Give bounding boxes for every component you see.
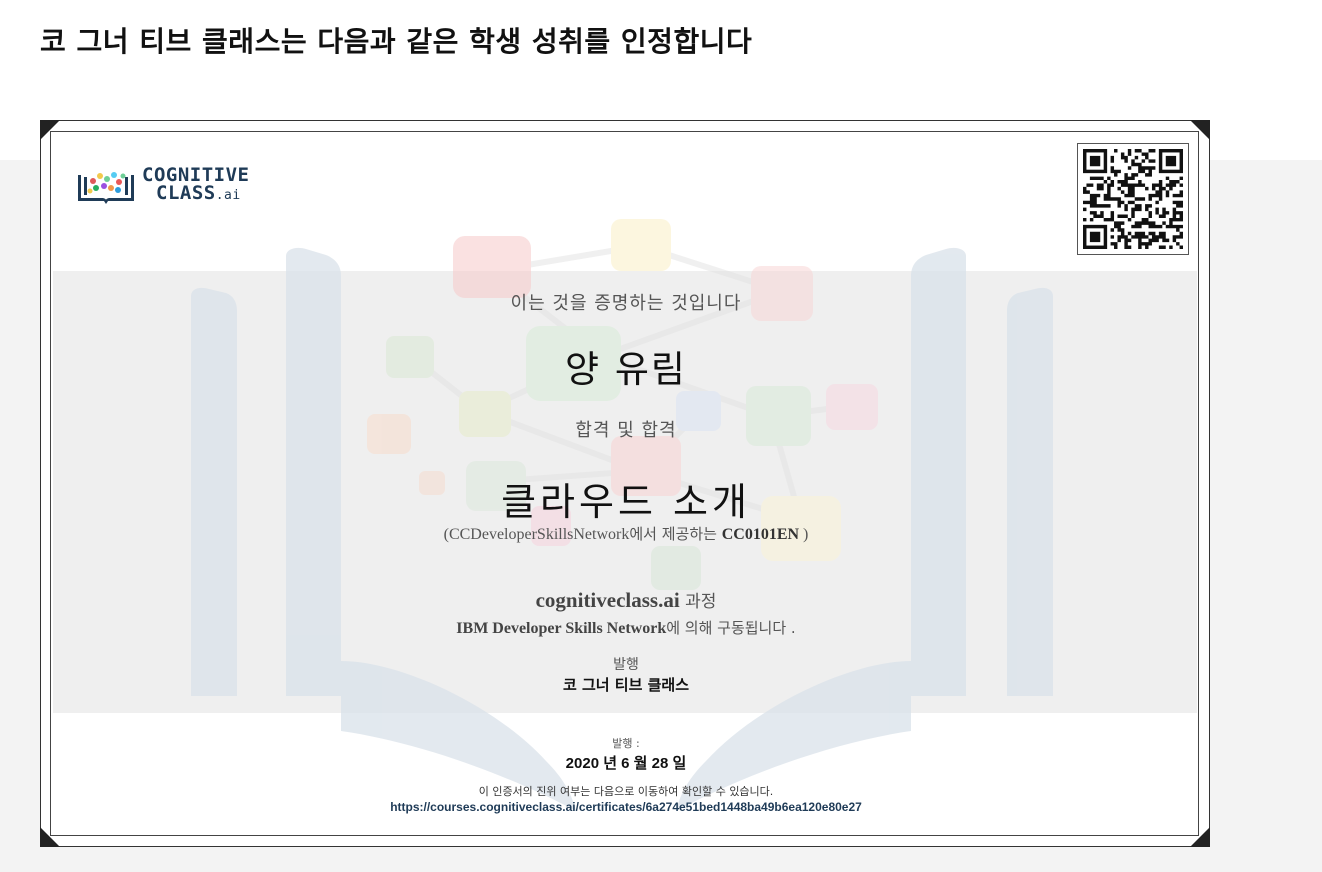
- via-site: cognitiveclass.ai 과정: [41, 587, 1211, 613]
- cognitive-class-logo: COGNITIVE CLASS.ai: [76, 166, 249, 205]
- powered-by-org: IBM Developer Skills Network: [456, 620, 667, 637]
- issuer-name: 코 그너 티브 클래스: [562, 676, 690, 694]
- logo-text-line2: CLASS.ai: [142, 184, 249, 205]
- certificate: COGNITIVE CLASS.ai 이는 것을 증명하는 것입니다 양 유림 …: [40, 120, 1210, 847]
- offered-by-middle: 에서 제공하는: [629, 525, 722, 543]
- qr-code-icon: [1083, 149, 1183, 249]
- course-code: CC0101EN: [721, 526, 800, 543]
- via-suffix: 과정: [679, 592, 717, 612]
- powered-by: IBM Developer Skills Network에 의해 구동됩니다 .: [41, 617, 1211, 638]
- powered-by-suffix: 에 의해 구동됩니다 .: [666, 619, 796, 637]
- logo-text-ai: .ai: [215, 188, 241, 203]
- offered-by: (CCDeveloperSkillsNetwork에서 제공하는 CC0101E…: [41, 523, 1211, 544]
- passed-text: 합격 및 합격: [575, 420, 677, 441]
- logo-text-class: CLASS: [156, 182, 216, 204]
- page-title: 코 그너 티브 클래스는 다음과 같은 학생 성취를 인정합니다: [40, 25, 753, 58]
- course-title: 클라우드 소개: [501, 480, 751, 524]
- qr-code[interactable]: [1077, 143, 1189, 255]
- recipient-name: 양 유림: [565, 348, 687, 391]
- issued-by-label: 발행: [613, 657, 639, 673]
- offered-by-suffix: ): [799, 526, 809, 543]
- book-logo-icon: [78, 171, 134, 204]
- offered-by-prefix: (CCDeveloperSkillsNetwork: [443, 526, 630, 543]
- issue-date: 2020 년 6 월 28 일: [565, 755, 687, 772]
- issued-date-label: 발행 :: [612, 737, 640, 750]
- certify-text: 이는 것을 증명하는 것입니다: [510, 293, 742, 314]
- verify-text: 이 인증서의 진위 여부는 다음으로 이동하여 확인할 수 있습니다.: [478, 785, 774, 798]
- site-name: cognitiveclass.ai: [535, 588, 680, 612]
- verify-link[interactable]: https://courses.cognitiveclass.ai/certif…: [41, 800, 1211, 814]
